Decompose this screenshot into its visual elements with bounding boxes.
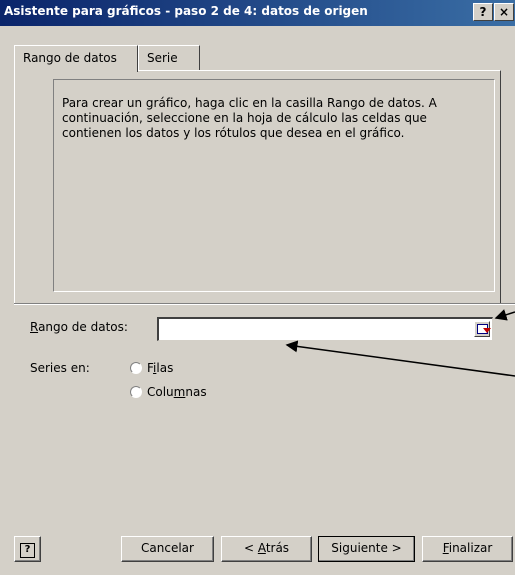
arrow-to-range-input (285, 340, 515, 377)
tab-data-range[interactable]: Rango de datos (14, 45, 138, 72)
annotation-arrows (285, 309, 515, 377)
arrow-to-collapse-button (494, 309, 515, 321)
chart-wizard-dialog: Asistente para gráficos - paso 2 de 4: d… (0, 0, 515, 575)
